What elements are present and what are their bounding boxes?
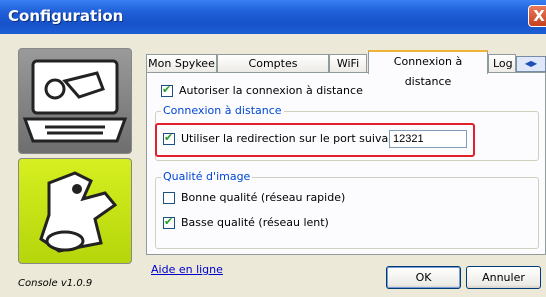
close-button[interactable]: X (528, 5, 546, 27)
low-quality-label: Basse qualité (réseau lent) (181, 216, 329, 229)
redirect-checkbox[interactable] (163, 131, 175, 145)
spykee-robot-icon (39, 171, 118, 253)
tab-label: Mon Spykee (148, 57, 215, 70)
spykee-tile[interactable] (18, 158, 132, 264)
remote-connection-legend: Connexion à distance (161, 104, 284, 117)
configuration-window: Configuration X Console v1.0.9 Mon Spyke… (0, 0, 546, 297)
good-quality-label: Bonne qualité (réseau rapide) (181, 191, 346, 204)
window-title: Configuration (8, 7, 124, 25)
help-link[interactable]: Aide en ligne (151, 263, 223, 276)
tab-wifi[interactable]: WiFi (329, 54, 367, 72)
tab-label: WiFi (336, 57, 360, 70)
good-quality-checkbox[interactable] (163, 192, 175, 204)
tab-label: Log (493, 57, 513, 70)
image-quality-legend: Qualité d'image (161, 170, 253, 183)
console-tile[interactable] (18, 48, 132, 154)
port-input[interactable] (389, 130, 467, 148)
allow-remote-checkbox[interactable] (161, 83, 173, 97)
tab-log[interactable]: Log (488, 54, 516, 72)
side-panel (12, 40, 137, 278)
version-text: Console v1.0.9 (18, 278, 93, 289)
laptop-robot-icon (22, 59, 128, 143)
close-icon: X (533, 7, 545, 25)
tab-connexion-a-distance[interactable]: Connexion à distance (368, 50, 488, 88)
tab-mon-spykee[interactable]: Mon Spykee (146, 54, 217, 72)
ok-button[interactable]: OK (386, 266, 461, 289)
chevron-right-icon[interactable]: ▶ (531, 59, 537, 68)
tab-panel: Autoriser la connexion à distance Connex… (146, 72, 546, 255)
tab-scroll-buttons[interactable]: ◀▶ (516, 56, 546, 72)
image-quality-group (155, 177, 539, 249)
allow-remote-label: Autoriser la connexion à distance (179, 84, 363, 97)
title-bar[interactable]: Configuration X (0, 0, 546, 34)
redirect-label: Utiliser la redirection sur le port suiv… (181, 132, 400, 145)
low-quality-checkbox[interactable] (163, 215, 175, 229)
tab-comptes-utilisateurs[interactable]: Comptes utilisateurs (217, 54, 329, 88)
cancel-button[interactable]: Annuler (466, 266, 541, 289)
